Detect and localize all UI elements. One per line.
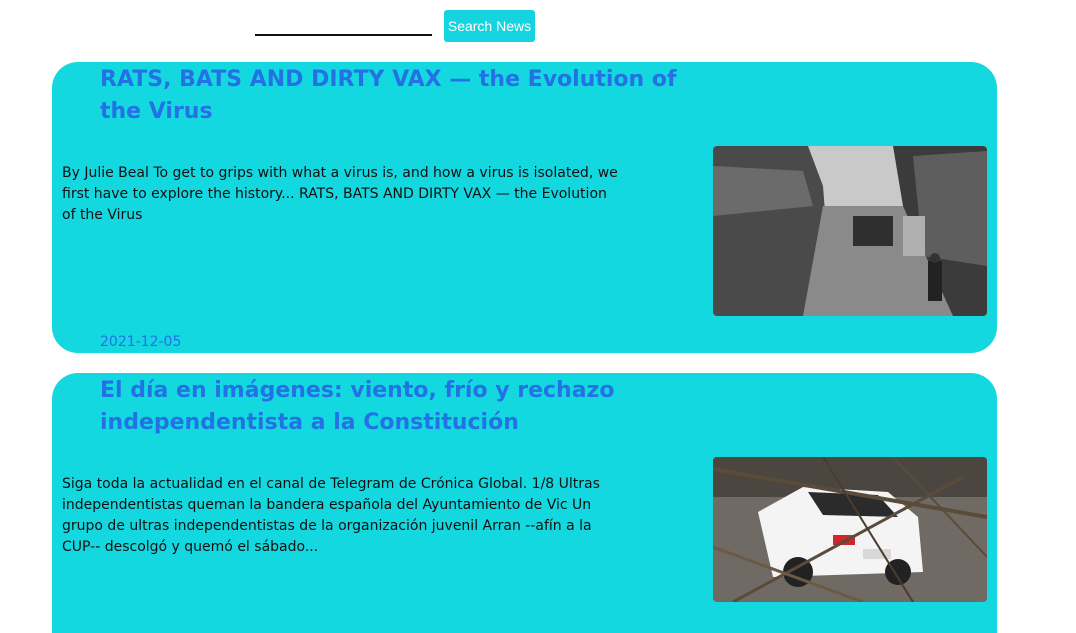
article-title[interactable]: El día en imágenes: viento, frío y recha…: [100, 375, 720, 439]
article-excerpt: Siga toda la actualidad en el canal de T…: [62, 476, 600, 555]
news-card: El día en imágenes: viento, frío y recha…: [52, 373, 997, 633]
search-bar: Search News: [255, 10, 555, 42]
article-date: 2021-12-05: [100, 334, 182, 350]
search-news-button[interactable]: Search News: [444, 10, 535, 42]
article-image[interactable]: [713, 146, 987, 316]
search-input[interactable]: [255, 14, 432, 36]
article-image[interactable]: [713, 457, 987, 602]
article-excerpt: By Julie Beal To get to grips with what …: [62, 165, 618, 223]
news-card: RATS, BATS AND DIRTY VAX — the Evolution…: [52, 62, 997, 353]
article-title[interactable]: RATS, BATS AND DIRTY VAX — the Evolution…: [100, 64, 720, 128]
